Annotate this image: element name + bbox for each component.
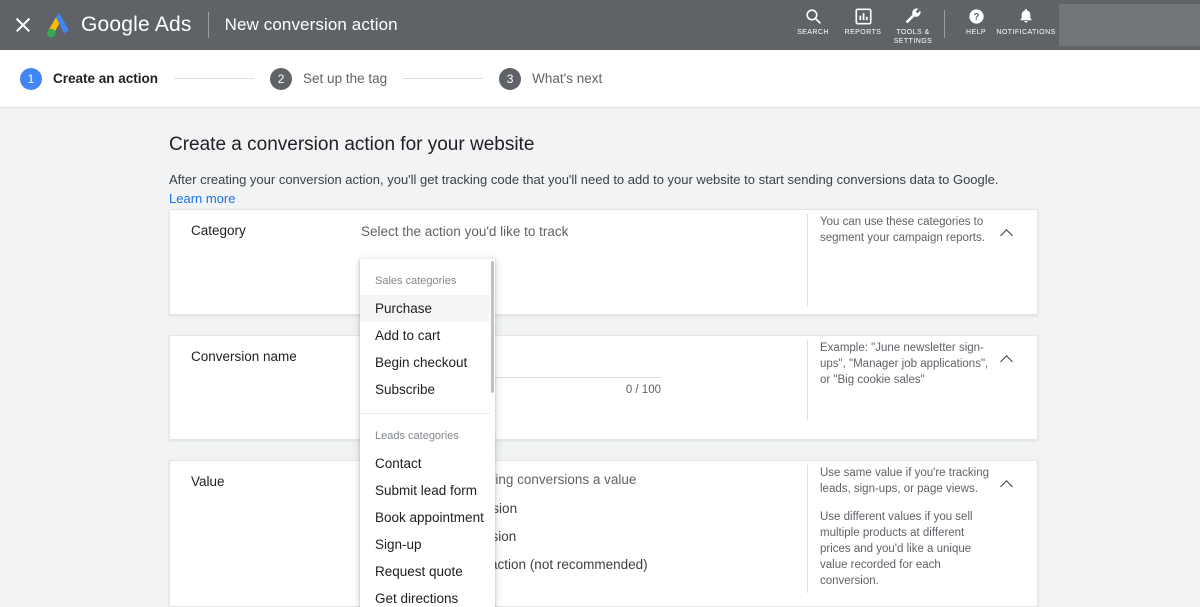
close-icon[interactable] [12, 14, 34, 36]
wrench-icon [904, 6, 922, 26]
step-number-3: 3 [499, 68, 521, 90]
dropdown-item-request-quote[interactable]: Request quote [360, 558, 495, 585]
category-help-text: You can use these categories to segment … [820, 214, 997, 246]
header-divider [208, 12, 209, 38]
card-category-label: Category [191, 223, 246, 238]
reports-button[interactable]: REPORTS [838, 0, 888, 38]
step-create-an-action[interactable]: 1 Create an action [20, 68, 158, 90]
step-label-1: Create an action [53, 71, 158, 86]
brand-name: Google Ads [81, 13, 192, 37]
category-prompt: Select the action you'd like to track [361, 221, 781, 243]
card-category-help: You can use these categories to segment … [807, 214, 997, 307]
dropdown-group-sales-label: Sales categories [360, 259, 495, 295]
dropdown-item-get-directions[interactable]: Get directions [360, 585, 495, 607]
notifications-button[interactable]: NOTIFICATIONS [1001, 0, 1051, 38]
value-help-text-2: Use different values if you sell multipl… [820, 509, 997, 589]
dropdown-list: Sales categories Purchase Add to cart Be… [360, 259, 495, 607]
search-icon [805, 6, 822, 26]
dropdown-item-contact[interactable]: Contact [360, 450, 495, 477]
conversion-name-help-text: Example: "June newsletter sign-ups", "Ma… [820, 340, 997, 388]
progress-stepper: 1 Create an action 2 Set up the tag 3 Wh… [0, 50, 1200, 108]
chevron-up-icon[interactable] [1001, 353, 1013, 365]
tools-divider [944, 10, 945, 38]
card-conversion-name[interactable]: Conversion name e 0 / 100 Example: "June… [169, 335, 1038, 440]
page-heading: Create a conversion action for your webs… [169, 134, 1200, 156]
card-category[interactable]: Category Select the action you'd like to… [169, 209, 1038, 315]
google-ads-logo-icon [44, 12, 72, 38]
step-connector-2 [403, 78, 483, 79]
step-label-3: What's next [532, 71, 602, 86]
card-conversion-name-help: Example: "June newsletter sign-ups", "Ma… [807, 340, 997, 420]
brand-google: Google [81, 13, 150, 36]
dropdown-scrollbar-thumb[interactable] [491, 261, 494, 393]
card-value-label: Value [191, 474, 225, 489]
step-number-1: 1 [20, 68, 42, 90]
main-content: Create a conversion action for your webs… [0, 108, 1200, 607]
reports-icon [855, 6, 872, 26]
dropdown-item-begin-checkout[interactable]: Begin checkout [360, 349, 495, 376]
help-label: HELP [966, 29, 986, 38]
app-header-bar: Google Ads New conversion action SEARCH [0, 0, 1200, 50]
notifications-label: NOTIFICATIONS [996, 29, 1055, 38]
header-tools: SEARCH REPORTS TOOLS & SETTINGS [788, 0, 1200, 50]
reports-label: REPORTS [845, 29, 882, 38]
step-label-2: Set up the tag [303, 71, 387, 86]
dropdown-group-leads-label: Leads categories [360, 414, 495, 450]
page-title: New conversion action [225, 15, 398, 35]
tools-settings-button[interactable]: TOOLS & SETTINGS [888, 0, 938, 46]
card-category-body: Select the action you'd like to track [361, 221, 781, 243]
category-dropdown-menu[interactable]: Sales categories Purchase Add to cart Be… [360, 259, 495, 607]
value-help-text-1: Use same value if you're tracking leads,… [820, 465, 997, 497]
card-conversion-name-label: Conversion name [191, 349, 297, 364]
tools-settings-label: TOOLS & SETTINGS [894, 29, 933, 46]
dropdown-item-submit-lead-form[interactable]: Submit lead form [360, 477, 495, 504]
search-button[interactable]: SEARCH [788, 0, 838, 38]
step-set-up-the-tag[interactable]: 2 Set up the tag [270, 68, 387, 90]
page-header: Create a conversion action for your webs… [0, 108, 1200, 208]
learn-more-link[interactable]: Learn more [169, 191, 235, 206]
svg-text:?: ? [973, 12, 979, 23]
dropdown-item-add-to-cart[interactable]: Add to cart [360, 322, 495, 349]
step-connector-1 [174, 78, 254, 79]
step-number-2: 2 [270, 68, 292, 90]
search-label: SEARCH [797, 29, 829, 38]
notifications-icon [1018, 6, 1034, 26]
step-whats-next[interactable]: 3 What's next [499, 68, 602, 90]
dropdown-item-purchase[interactable]: Purchase [360, 295, 495, 322]
help-button[interactable]: ? HELP [951, 0, 1001, 38]
chevron-up-icon[interactable] [1001, 227, 1013, 239]
account-selector[interactable] [1059, 4, 1200, 46]
dropdown-item-book-appointment[interactable]: Book appointment [360, 504, 495, 531]
help-icon: ? [968, 6, 985, 26]
chevron-up-icon[interactable] [1001, 478, 1013, 490]
brand-ads: Ads [155, 13, 192, 36]
dropdown-item-subscribe[interactable]: Subscribe [360, 376, 495, 403]
brand: Google Ads [44, 12, 192, 38]
card-value[interactable]: Value your advertising by giving convers… [169, 460, 1038, 607]
page-description: After creating your conversion action, y… [169, 170, 1022, 208]
dropdown-item-sign-up[interactable]: Sign-up [360, 531, 495, 558]
page-description-text: After creating your conversion action, y… [169, 172, 999, 187]
card-value-help: Use same value if you're tracking leads,… [807, 465, 997, 593]
